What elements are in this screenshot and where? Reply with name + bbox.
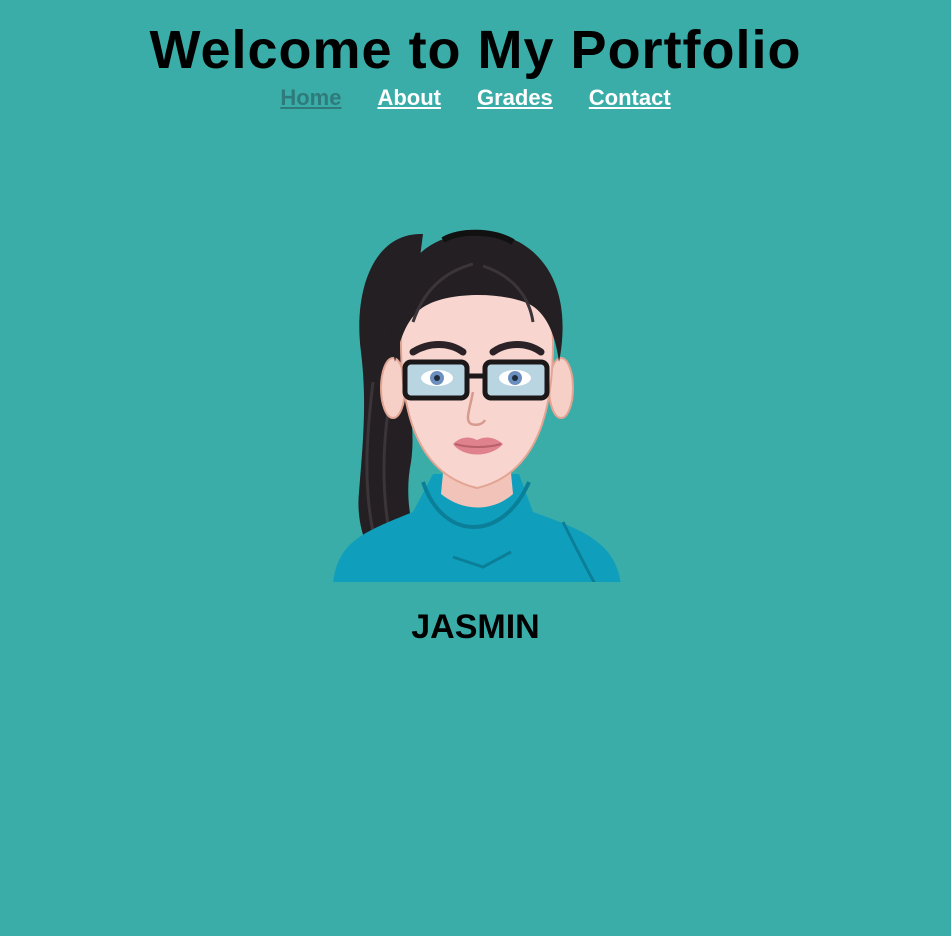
main-nav: Home About Grades Contact <box>0 84 951 112</box>
profile-name: JASMIN <box>411 608 540 646</box>
nav-link-home[interactable]: Home <box>280 84 341 112</box>
nav-link-about[interactable]: About <box>377 84 441 112</box>
nav-link-grades[interactable]: Grades <box>477 84 553 112</box>
page-title: Welcome to My Portfolio <box>149 20 802 80</box>
nav-link-contact[interactable]: Contact <box>589 84 671 112</box>
avatar <box>333 229 621 582</box>
